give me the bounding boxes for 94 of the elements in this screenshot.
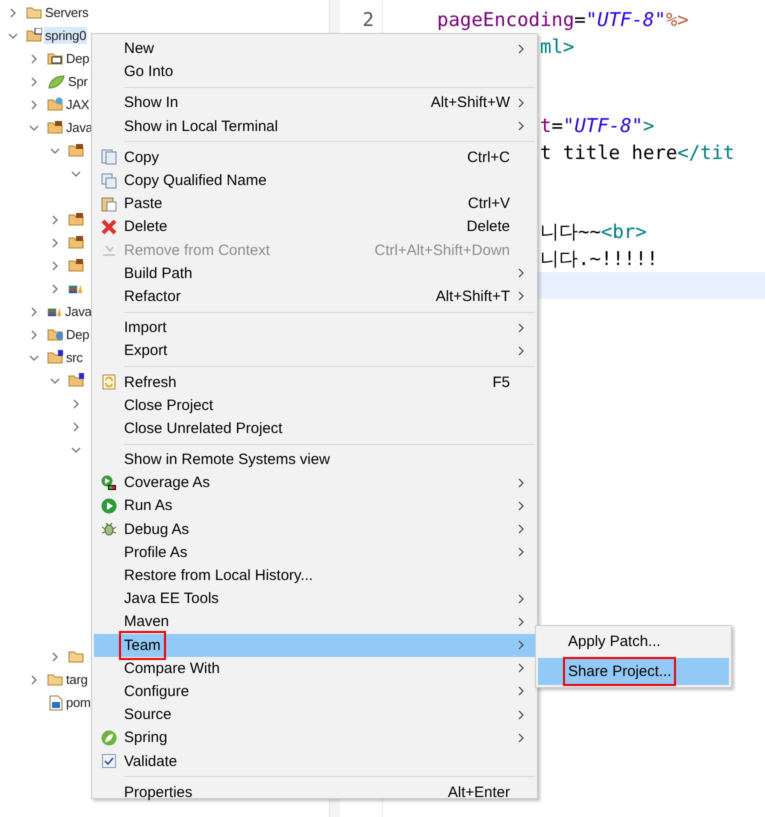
menu-item[interactable]: Import xyxy=(94,316,535,340)
chevron-right-icon[interactable] xyxy=(29,330,39,340)
folder-icon xyxy=(47,120,63,135)
code-line: t title here</tit xyxy=(540,142,734,164)
menu-item[interactable]: Team xyxy=(94,634,535,657)
leaf-icon xyxy=(101,730,117,746)
tree-item[interactable]: Dep xyxy=(65,50,90,67)
menu-item[interactable]: Copy Ctrl+C xyxy=(94,146,535,169)
chevron-right-icon[interactable] xyxy=(71,422,81,432)
folder-icon xyxy=(68,649,84,664)
package-folder-icon xyxy=(68,212,84,227)
copy-icon xyxy=(101,149,117,166)
menu-item[interactable]: Profile As xyxy=(94,540,535,564)
menu-item[interactable]: Maven xyxy=(94,610,535,634)
coverage-icon xyxy=(101,474,117,491)
menu-item[interactable]: Apply Patch... xyxy=(538,628,729,655)
chevron-down-icon[interactable] xyxy=(71,444,81,454)
project-icon xyxy=(26,28,42,43)
menu-item[interactable]: Debug As xyxy=(94,518,535,541)
menu-item[interactable]: Configure xyxy=(94,680,535,704)
chevron-down-icon[interactable] xyxy=(8,30,18,40)
bug-icon xyxy=(101,521,117,538)
menu-item[interactable]: Refresh F5 xyxy=(94,370,535,394)
package-folder-icon xyxy=(68,143,84,158)
tree-item[interactable]: targ xyxy=(65,671,89,688)
chevron-down-icon[interactable] xyxy=(71,168,81,178)
chevron-right-icon[interactable] xyxy=(29,100,39,110)
run-icon xyxy=(101,498,117,514)
chevron-right-icon[interactable] xyxy=(29,306,39,316)
chevron-right-icon[interactable] xyxy=(29,54,39,64)
folder-icon xyxy=(47,350,63,365)
chevron-right-icon[interactable] xyxy=(8,8,18,18)
tree-item[interactable]: Dep xyxy=(65,326,90,343)
code-line: pageEncoding="UTF-8"%> xyxy=(437,9,689,31)
delete-icon xyxy=(101,218,117,235)
refresh-icon xyxy=(101,374,117,390)
code-line: t="UTF-8"> xyxy=(540,115,654,137)
checkbox-icon xyxy=(102,754,116,768)
chevron-down-icon[interactable] xyxy=(50,146,60,156)
package-folder-icon xyxy=(68,258,84,273)
file-icon xyxy=(49,694,63,710)
menu-item[interactable]: Source xyxy=(94,703,535,726)
copy-icon xyxy=(101,172,117,189)
line-number: 2 xyxy=(362,8,375,33)
chevron-right-icon[interactable] xyxy=(29,76,39,86)
chevron-right-icon[interactable] xyxy=(50,238,60,248)
menu-item[interactable]: New xyxy=(94,37,535,60)
code-line: 니다.~!!!!! xyxy=(540,248,658,270)
tree-item[interactable]: pom xyxy=(65,694,92,711)
menu-item[interactable]: Show in Remote Systems view xyxy=(94,448,535,472)
chevron-right-icon[interactable] xyxy=(29,674,39,684)
package-folder-icon xyxy=(68,235,84,250)
chevron-right-icon[interactable] xyxy=(50,652,60,662)
menu-item[interactable]: Validate xyxy=(94,749,535,773)
tree-item[interactable]: spring0 xyxy=(44,27,88,44)
tree-item[interactable]: Spr xyxy=(67,73,89,90)
menu-item[interactable]: Show In Alt+Shift+W xyxy=(94,91,535,115)
leaf-icon xyxy=(47,74,65,88)
menu-item[interactable]: Close Unrelated Project xyxy=(94,416,535,440)
chevron-right-icon[interactable] xyxy=(50,284,60,294)
chevron-down-icon[interactable] xyxy=(29,352,39,362)
menu-item[interactable]: Build Path xyxy=(94,262,535,285)
menu-item[interactable]: Spring xyxy=(94,726,535,750)
chevron-right-icon[interactable] xyxy=(71,398,81,408)
menu-item[interactable]: Show in Local Terminal xyxy=(94,114,535,138)
menu-item[interactable]: Go Into xyxy=(94,60,535,84)
tree-item[interactable]: src xyxy=(65,349,84,366)
folder-icon xyxy=(68,373,84,388)
folder-icon xyxy=(47,672,63,687)
tree-item[interactable]: Java xyxy=(64,303,93,320)
menu-item[interactable]: Restore from Local History... xyxy=(94,564,535,588)
menu-item[interactable]: Delete Delete xyxy=(94,215,535,238)
menu-item[interactable]: Compare With xyxy=(94,656,535,680)
menu-item[interactable]: Run As xyxy=(94,494,535,518)
menu-item[interactable]: Export xyxy=(94,339,535,362)
menu-item[interactable]: Paste Ctrl+V xyxy=(94,192,535,216)
chevron-right-icon[interactable] xyxy=(50,260,60,270)
paste-icon xyxy=(101,196,117,212)
menu-item[interactable]: Close Project xyxy=(94,394,535,417)
menu-item[interactable]: Java EE Tools xyxy=(94,587,535,610)
folder-icon xyxy=(47,327,63,342)
folder-icon xyxy=(26,5,42,20)
code-line: 니다~~<br> xyxy=(540,221,647,243)
chevron-right-icon[interactable] xyxy=(50,214,60,224)
code-line: ml> xyxy=(540,36,574,58)
chevron-down-icon[interactable] xyxy=(50,376,60,386)
tree-item[interactable]: Servers xyxy=(44,4,90,21)
tree-item[interactable]: JAX xyxy=(65,96,90,113)
menu-item[interactable]: Properties Alt+Enter xyxy=(94,780,535,804)
chevron-down-icon[interactable] xyxy=(29,122,39,132)
menu-item[interactable]: Refactor Alt+Shift+T xyxy=(94,284,535,308)
menu-item[interactable]: Share Project... xyxy=(538,658,729,685)
menu-item[interactable]: Copy Qualified Name xyxy=(94,168,535,192)
menu-item[interactable]: Coverage As xyxy=(94,471,535,494)
